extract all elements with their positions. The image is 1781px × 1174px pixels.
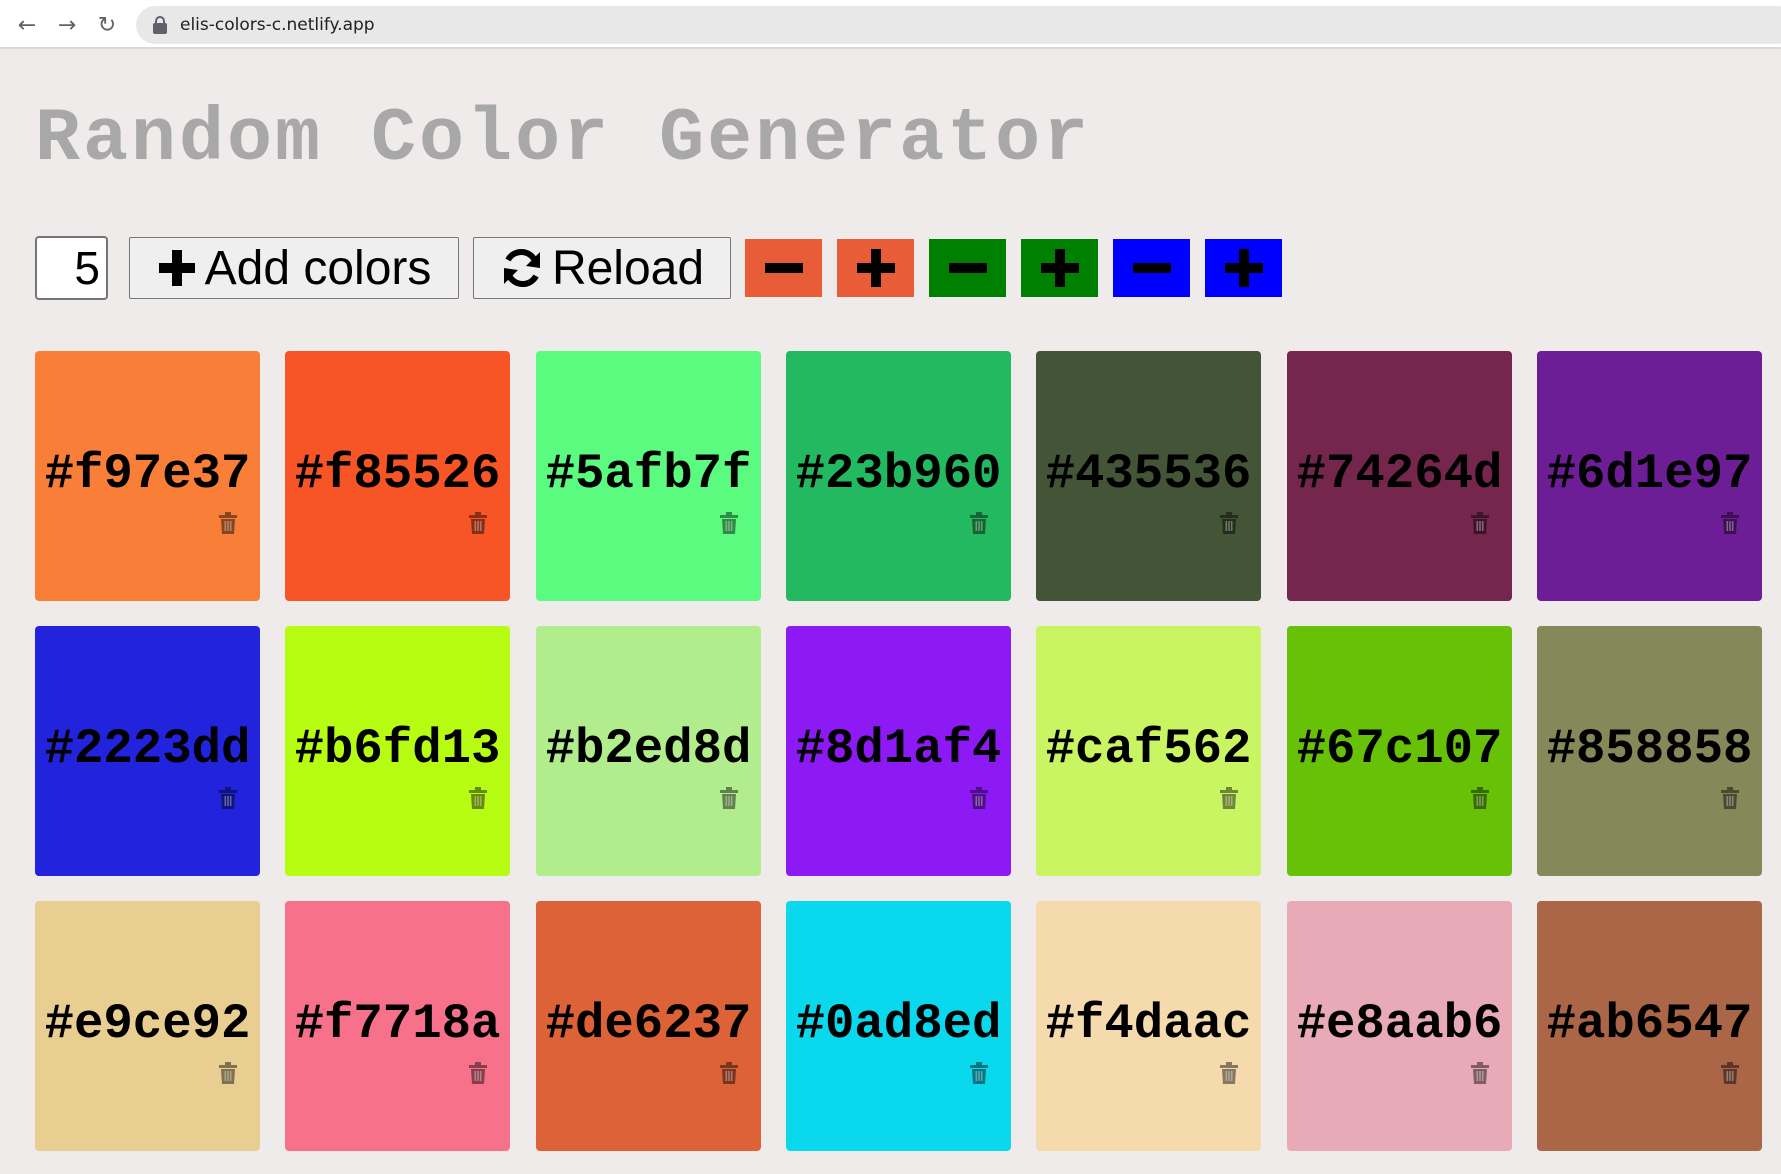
color-card[interactable]: #74264d: [1287, 351, 1512, 601]
trash-icon[interactable]: [969, 787, 989, 809]
color-hex-label: #67c107: [1296, 721, 1503, 777]
color-card[interactable]: #8d1af4: [786, 626, 1011, 876]
trash-icon[interactable]: [1219, 787, 1239, 809]
color-card[interactable]: #caf562: [1036, 626, 1261, 876]
back-arrow-icon[interactable]: ←: [12, 10, 42, 40]
color-card[interactable]: #e8aab6: [1287, 901, 1512, 1151]
trash-icon[interactable]: [1720, 1062, 1740, 1084]
minus-icon: [764, 263, 803, 273]
green-plus-button[interactable]: [1021, 239, 1098, 297]
color-card[interactable]: #2223dd: [35, 626, 260, 876]
color-hex-label: #23b960: [795, 446, 1002, 502]
color-hex-label: #b2ed8d: [545, 721, 752, 777]
color-card[interactable]: #0ad8ed: [786, 901, 1011, 1151]
color-hex-label: #858858: [1546, 721, 1753, 777]
color-card[interactable]: #b6fd13: [285, 626, 510, 876]
color-hex-label: #5afb7f: [545, 446, 752, 502]
minus-icon: [1132, 263, 1171, 273]
color-card[interactable]: #e9ce92: [35, 901, 260, 1151]
color-count-input[interactable]: [35, 236, 108, 300]
red-minus-button[interactable]: [745, 239, 822, 297]
trash-icon[interactable]: [969, 512, 989, 534]
color-card[interactable]: #de6237: [536, 901, 761, 1151]
trash-icon[interactable]: [719, 787, 739, 809]
plus-icon: [157, 248, 197, 288]
red-plus-button[interactable]: [837, 239, 914, 297]
green-minus-button[interactable]: [929, 239, 1006, 297]
color-hex-label: #2223dd: [44, 721, 251, 777]
trash-icon[interactable]: [1219, 512, 1239, 534]
color-hex-label: #caf562: [1045, 721, 1252, 777]
color-hex-label: #ab6547: [1546, 996, 1753, 1052]
color-hex-label: #de6237: [545, 996, 752, 1052]
minus-icon: [948, 263, 987, 273]
color-card[interactable]: #435536: [1036, 351, 1261, 601]
color-card[interactable]: #ab6547: [1537, 901, 1762, 1151]
blue-minus-button[interactable]: [1113, 239, 1190, 297]
color-hex-label: #e9ce92: [44, 996, 251, 1052]
color-card[interactable]: #858858: [1537, 626, 1762, 876]
forward-arrow-icon[interactable]: →: [52, 10, 82, 40]
trash-icon[interactable]: [1720, 787, 1740, 809]
url-text[interactable]: elis-colors-c.netlify.app: [180, 15, 375, 35]
trash-icon[interactable]: [719, 1062, 739, 1084]
browser-toolbar: ← → ↻ elis-colors-c.netlify.app: [0, 0, 1781, 49]
color-hex-label: #f85526: [294, 446, 501, 502]
color-hex-label: #f97e37: [44, 446, 251, 502]
trash-icon[interactable]: [218, 787, 238, 809]
color-card[interactable]: #b2ed8d: [536, 626, 761, 876]
add-colors-label: Add colors: [204, 241, 432, 295]
trash-icon[interactable]: [468, 1062, 488, 1084]
color-card[interactable]: #f85526: [285, 351, 510, 601]
color-card[interactable]: #67c107: [1287, 626, 1512, 876]
blue-plus-button[interactable]: [1205, 239, 1282, 297]
color-hex-label: #f7718a: [294, 996, 501, 1052]
add-colors-button[interactable]: Add colors: [129, 237, 459, 299]
trash-icon[interactable]: [468, 787, 488, 809]
color-hex-label: #74264d: [1296, 446, 1503, 502]
plus-icon: [1224, 249, 1263, 287]
trash-icon[interactable]: [1219, 1062, 1239, 1084]
refresh-icon: [500, 246, 544, 290]
plus-icon: [1040, 249, 1079, 287]
color-hex-label: #e8aab6: [1296, 996, 1503, 1052]
color-card[interactable]: #f4daac: [1036, 901, 1261, 1151]
lock-icon[interactable]: [150, 15, 170, 35]
color-hex-label: #0ad8ed: [795, 996, 1002, 1052]
color-card[interactable]: #5afb7f: [536, 351, 761, 601]
trash-icon[interactable]: [1470, 512, 1490, 534]
color-card[interactable]: #6d1e97: [1537, 351, 1762, 601]
color-hex-label: #6d1e97: [1546, 446, 1753, 502]
color-hex-label: #f4daac: [1045, 996, 1252, 1052]
trash-icon[interactable]: [969, 1062, 989, 1084]
color-card[interactable]: #23b960: [786, 351, 1011, 601]
color-hex-label: #b6fd13: [294, 721, 501, 777]
reload-label: Reload: [551, 241, 705, 295]
trash-icon[interactable]: [1720, 512, 1740, 534]
plus-icon: [856, 249, 895, 287]
page-title: Random Color Generator: [35, 97, 1092, 182]
reload-page-icon[interactable]: ↻: [92, 10, 122, 40]
color-hex-label: #435536: [1045, 446, 1252, 502]
trash-icon[interactable]: [1470, 787, 1490, 809]
trash-icon[interactable]: [468, 512, 488, 534]
color-card[interactable]: #f7718a: [285, 901, 510, 1151]
color-hex-label: #8d1af4: [795, 721, 1002, 777]
trash-icon[interactable]: [719, 512, 739, 534]
trash-icon[interactable]: [218, 512, 238, 534]
color-card[interactable]: #f97e37: [35, 351, 260, 601]
trash-icon[interactable]: [218, 1062, 238, 1084]
trash-icon[interactable]: [1470, 1062, 1490, 1084]
reload-button[interactable]: Reload: [473, 237, 731, 299]
address-bar[interactable]: elis-colors-c.netlify.app: [136, 6, 1781, 44]
